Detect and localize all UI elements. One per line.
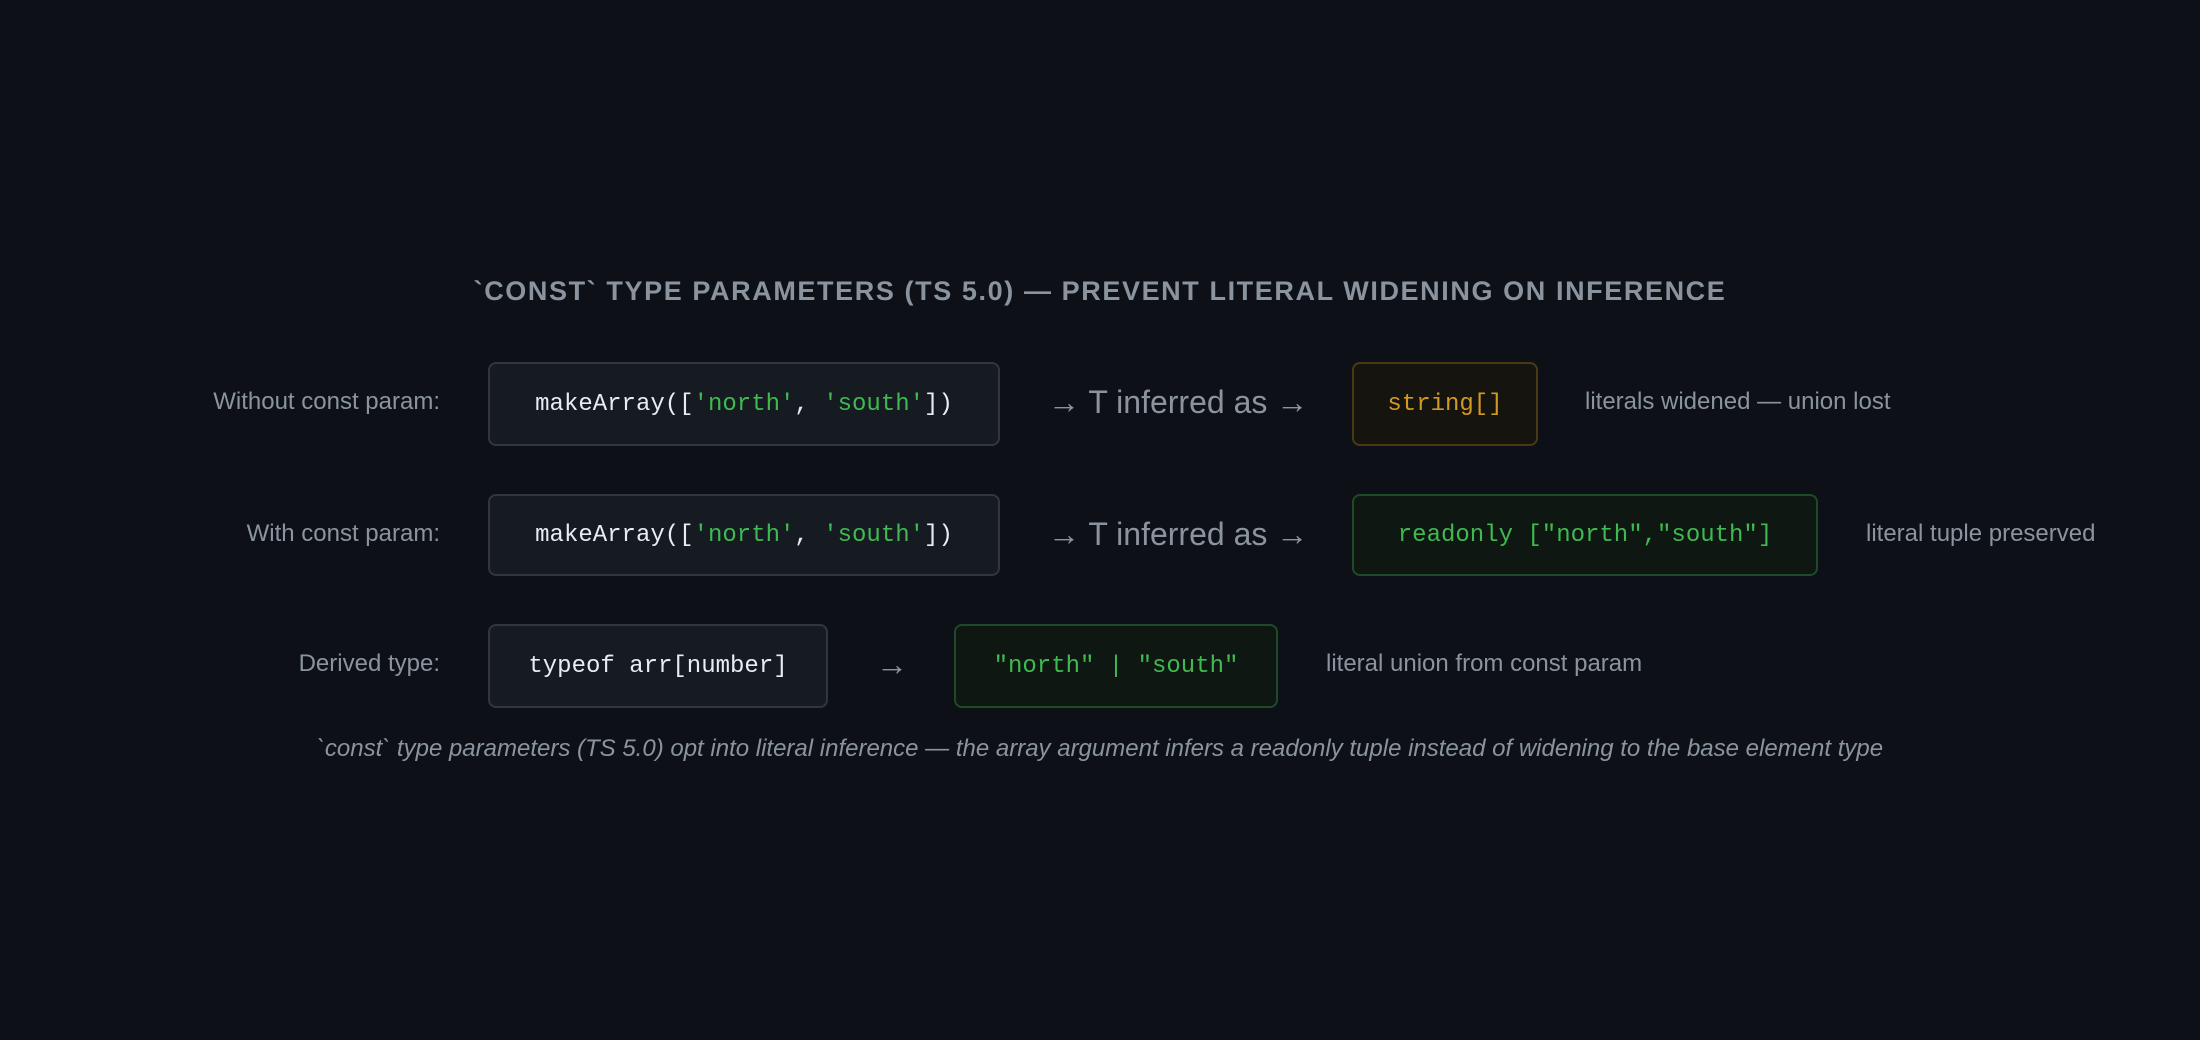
caption: `const` type parameters (TS 5.0) opt int… [316, 735, 1884, 762]
code-box-derived: typeof arr[number] [488, 624, 828, 708]
code-suffix: ]) [924, 390, 953, 418]
result-box-widened: string[] [1352, 362, 1538, 446]
row-label-without-const: Without const param: [213, 388, 440, 415]
result-box-preserved: readonly ["north","south"] [1352, 494, 1818, 576]
code-box-without-const: makeArray(['north', 'south']) [488, 362, 1000, 446]
code-box-with-const: makeArray(['north', 'south']) [488, 494, 1000, 576]
code-separator: , [794, 390, 824, 418]
string-literal-south: 'south' [823, 521, 925, 549]
note-widened: literals widened — union lost [1585, 388, 1891, 415]
code-prefix: makeArray([ [535, 390, 694, 418]
note-preserved: literal tuple preserved [1866, 520, 2096, 547]
code-separator: , [794, 521, 824, 549]
note-union: literal union from const param [1326, 650, 1643, 677]
row-label-with-const: With const param: [246, 520, 440, 547]
diagram-title: `const` type parameters (TS 5.0) — preve… [473, 276, 1727, 306]
inferred-as-arrow: → T inferred as → [1048, 384, 1309, 420]
string-literal-south: 'south' [823, 390, 925, 418]
inferred-as-arrow: → T inferred as → [1048, 516, 1309, 552]
code-suffix: ]) [924, 521, 953, 549]
result-box-union: "north" | "south" [954, 624, 1278, 708]
string-literal-north: 'north' [693, 521, 795, 549]
code-prefix: makeArray([ [535, 521, 694, 549]
derived-arrow: → [876, 646, 908, 682]
row-label-derived: Derived type: [298, 650, 440, 677]
string-literal-north: 'north' [693, 390, 795, 418]
